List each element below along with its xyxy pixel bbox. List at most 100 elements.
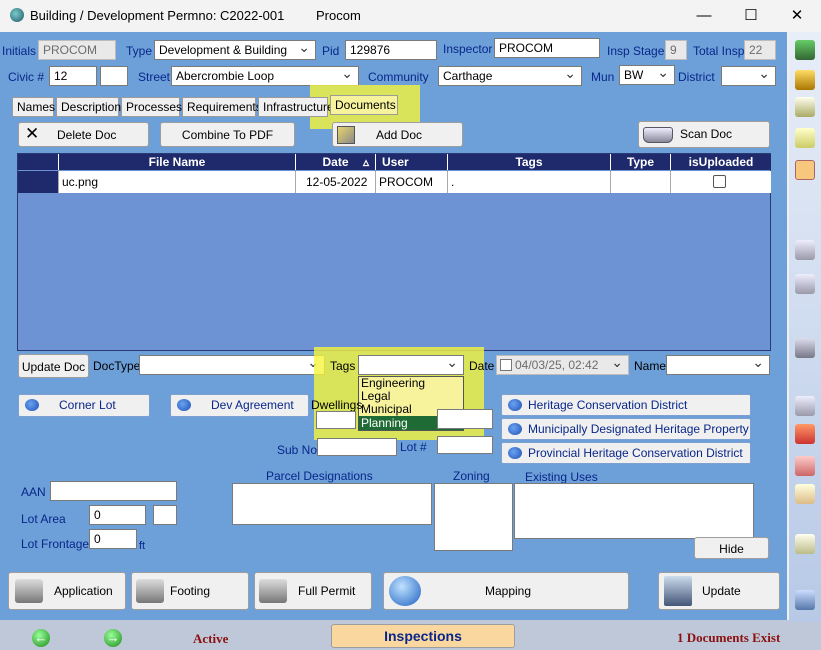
update-button[interactable]: Update [658,572,780,610]
grid-header-user[interactable]: User [376,154,448,170]
edit-icon[interactable] [795,456,815,476]
delete-doc-button[interactable]: ✕ Delete Doc [18,122,149,147]
close-button[interactable]: ✕ [783,4,811,28]
existing-uses-label: Existing Uses [525,470,598,484]
add-doc-button[interactable]: Add Doc [332,122,463,147]
inspections-button[interactable]: Inspections [331,624,515,648]
total-insp-field[interactable]: 22 [744,40,776,60]
documents-grid[interactable]: File Name Date ▵ User Tags Type isUploade… [17,153,771,351]
network-icon[interactable] [795,338,815,358]
formula-icon[interactable] [795,396,815,416]
civic-field[interactable]: 12 [49,66,97,86]
uploaded-checkbox[interactable] [713,175,726,188]
dwellings-field[interactable] [316,411,356,429]
inspector-label: Inspector [443,42,493,56]
minimize-button[interactable]: — [690,4,718,28]
grid-cell-tags[interactable]: . [448,171,611,193]
grid-cell-file[interactable]: uc.png [59,171,296,193]
scan-doc-button[interactable]: Scan Doc [638,121,770,148]
update-doc-button[interactable]: Update Doc [18,354,89,378]
pid-field[interactable]: 129876 [345,40,437,60]
printer-icon [259,579,287,603]
initials-label: Initials [2,44,37,58]
add-record-icon[interactable] [795,40,815,60]
full-permit-label: Full Permit [298,584,356,598]
mail-icon[interactable] [795,484,815,504]
application-button[interactable]: Application [8,572,126,610]
parcel-textarea[interactable] [232,483,432,525]
initials-field[interactable]: PROCOM [38,40,116,60]
grid-header-file[interactable]: File Name [59,154,296,170]
maximize-button[interactable]: ☐ [737,4,765,28]
tags-select[interactable] [358,355,464,375]
grid-cell-type[interactable] [611,171,671,193]
date-checkbox[interactable] [500,359,512,371]
grid-row-selector-header [18,154,59,170]
tab-requirements[interactable]: Requirements [182,97,262,117]
street-select[interactable]: Abercrombie Loop [171,66,359,86]
title-bar: Building / Development Permno: C2022-001… [0,0,821,32]
lot-area-unit-field[interactable] [153,505,177,525]
next-record-icon[interactable]: → [104,629,122,647]
lot-no-label: Lot # [400,440,427,454]
tab-description[interactable]: Description [56,97,121,117]
combine-pdf-button[interactable]: Combine To PDF [160,122,295,147]
lot-no-field[interactable] [437,436,493,454]
sub-no-field[interactable] [317,438,397,456]
right-toolbar [789,32,821,622]
copy-icon[interactable] [795,97,815,117]
zoning-textarea[interactable] [434,483,513,551]
grid-cell-user[interactable]: PROCOM [376,171,448,193]
insp-stage-label: Insp Stage [607,44,665,58]
corner-lot-button[interactable]: Corner Lot [18,394,150,417]
date-picker[interactable]: 04/03/25, 02:42 [496,355,629,375]
inspector-field[interactable]: PROCOM [494,38,600,58]
grid-cell-date[interactable]: 12-05-2022 [296,171,376,193]
civic-suffix-field[interactable] [100,66,128,86]
grid-header-date[interactable]: Date ▵ [296,154,376,170]
lot-extra-field[interactable] [437,409,493,429]
community-select[interactable]: Carthage [438,66,582,86]
mapping-label: Mapping [485,584,532,598]
aan-field[interactable] [50,481,177,501]
total-insp-label: Total Insp [693,44,745,58]
provincial-heritage-button[interactable]: Provincial Heritage Conservation Distric… [501,442,751,464]
heritage-district-button[interactable]: Heritage Conservation District [501,394,751,416]
name-select[interactable] [666,355,770,375]
municipal-heritage-button[interactable]: Municipally Designated Heritage Property [501,418,751,440]
district-select[interactable] [721,66,776,86]
search-doc-icon[interactable] [795,274,815,294]
existing-uses-textarea[interactable] [514,483,754,539]
notepad-icon[interactable] [795,534,815,554]
doctype-select[interactable] [139,355,325,375]
printer-icon [15,579,43,603]
documents-icon[interactable] [795,160,815,180]
favorite-icon[interactable] [795,424,815,444]
insp-stage-field[interactable]: 9 [665,40,687,60]
grid-header-tags[interactable]: Tags [448,154,611,170]
type-select[interactable]: Development & Building [154,40,316,60]
printer-icon [136,579,164,603]
full-permit-button[interactable]: Full Permit [254,572,372,610]
lot-area-field[interactable]: 0 [89,505,146,525]
grid-row-selector[interactable] [18,171,59,193]
tab-names[interactable]: Names [12,97,55,117]
prev-record-icon[interactable]: ← [32,629,50,647]
grid-cell-uploaded[interactable] [671,171,771,193]
computer-icon [664,576,692,606]
grid-header-type[interactable]: Type [611,154,671,170]
pages-icon[interactable] [795,240,815,260]
footing-permit-button[interactable]: Footing Permit [131,572,249,634]
notes-icon[interactable] [795,70,815,90]
tab-documents[interactable]: Documents [330,95,398,115]
tab-processes[interactable]: Processes [121,97,182,117]
attach-icon[interactable] [795,128,815,148]
dev-agreement-button[interactable]: Dev Agreement [170,394,309,417]
mun-select[interactable]: BW [619,65,675,85]
tab-infrastructure[interactable]: Infrastructure [258,97,334,117]
hide-button[interactable]: Hide [694,537,769,559]
lot-frontage-field[interactable]: 0 [89,529,137,549]
undo-icon[interactable] [795,590,815,610]
grid-header-uploaded[interactable]: isUploaded [671,154,771,170]
mapping-button[interactable]: Mapping [383,572,629,610]
